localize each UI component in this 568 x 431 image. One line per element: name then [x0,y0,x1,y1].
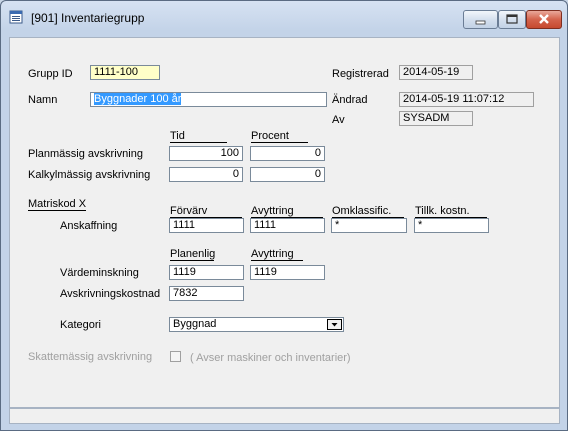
anskaffning-omklassific-input[interactable]: * [331,218,407,233]
planmassig-procent-input[interactable]: 0 [250,146,325,161]
planenlig-header: Planenlig [170,248,216,261]
matriskod-title: Matriskod X [28,198,87,211]
kalkylmassig-label: Kalkylmässig avskrivning [28,169,151,181]
restore-icon [506,14,518,24]
av-label: Av [332,114,345,126]
tillk-kostn-header: Tillk. kostn. [415,205,487,218]
window-title: [901] Inventariegrupp [31,11,145,25]
avskrivningskostnad-input[interactable]: 7832 [169,286,244,301]
restore-button[interactable] [498,10,526,29]
namn-label: Namn [28,94,58,106]
anskaffning-avyttring-input[interactable]: 1111 [250,218,325,233]
kategori-selected: Byggnad [173,318,217,330]
combo-dropdown-button[interactable] [327,319,342,330]
title-bar[interactable]: [901] Inventariegrupp [1,1,567,35]
procent-header: Procent [251,130,308,143]
registrerad-label: Registrerad [332,68,389,80]
namn-value: Byggnader 100 år [94,93,182,105]
kategori-select[interactable]: Byggnad [169,317,344,332]
close-button[interactable] [526,10,562,29]
chevron-down-icon [331,323,338,327]
anskaffning-label: Anskaffning [60,220,118,232]
registrerad-field: 2014-05-19 [399,65,473,80]
planmassig-label: Planmässig avskrivning [28,148,143,160]
status-bar [9,408,560,424]
avyttring-sub-header: Avyttring [251,248,303,261]
minimize-button[interactable] [463,10,498,29]
skatt-note: ( Avser maskiner och inventarier) [190,352,351,364]
grupp-id-field[interactable]: 1111-100 [90,65,160,80]
av-field: SYSADM [399,111,473,126]
avyttring-header: Avyttring [251,205,323,218]
form-area: Grupp ID 1111-100 Registrerad 2014-05-19… [9,37,560,408]
anskaffning-forvarv-input[interactable]: 1111 [169,218,244,233]
andrad-field: 2014-05-19 11:07:12 [399,92,534,107]
vardeminskning-label: Värdeminskning [60,267,139,279]
forvarv-header: Förvärv [170,205,242,218]
grupp-id-label: Grupp ID [28,68,73,80]
kategori-label: Kategori [60,319,101,331]
skatt-checkbox[interactable] [170,351,181,362]
andrad-label: Ändrad [332,94,368,106]
tid-header: Tid [170,130,227,143]
document-list-icon [9,10,23,24]
avskrivningskostnad-label: Avskrivningskostnad [60,288,161,300]
omklassific-header: Omklassific. [332,205,404,218]
inventariegrupp-window: [901] Inventariegrupp Grupp ID 1111-100 … [0,0,568,431]
planmassig-tid-input[interactable]: 100 [169,146,243,161]
kalkylmassig-tid-input[interactable]: 0 [169,167,243,182]
vardeminskning-avyttring-input[interactable]: 1119 [250,265,325,280]
vardeminskning-planenlig-input[interactable]: 1119 [169,265,244,280]
close-icon [539,14,549,24]
minimize-icon [475,20,486,25]
skatt-label: Skattemässig avskrivning [28,351,153,363]
anskaffning-tillk-kostn-input[interactable]: * [414,218,489,233]
namn-input[interactable]: Byggnader 100 år [90,92,327,107]
kalkylmassig-procent-input[interactable]: 0 [250,167,325,182]
